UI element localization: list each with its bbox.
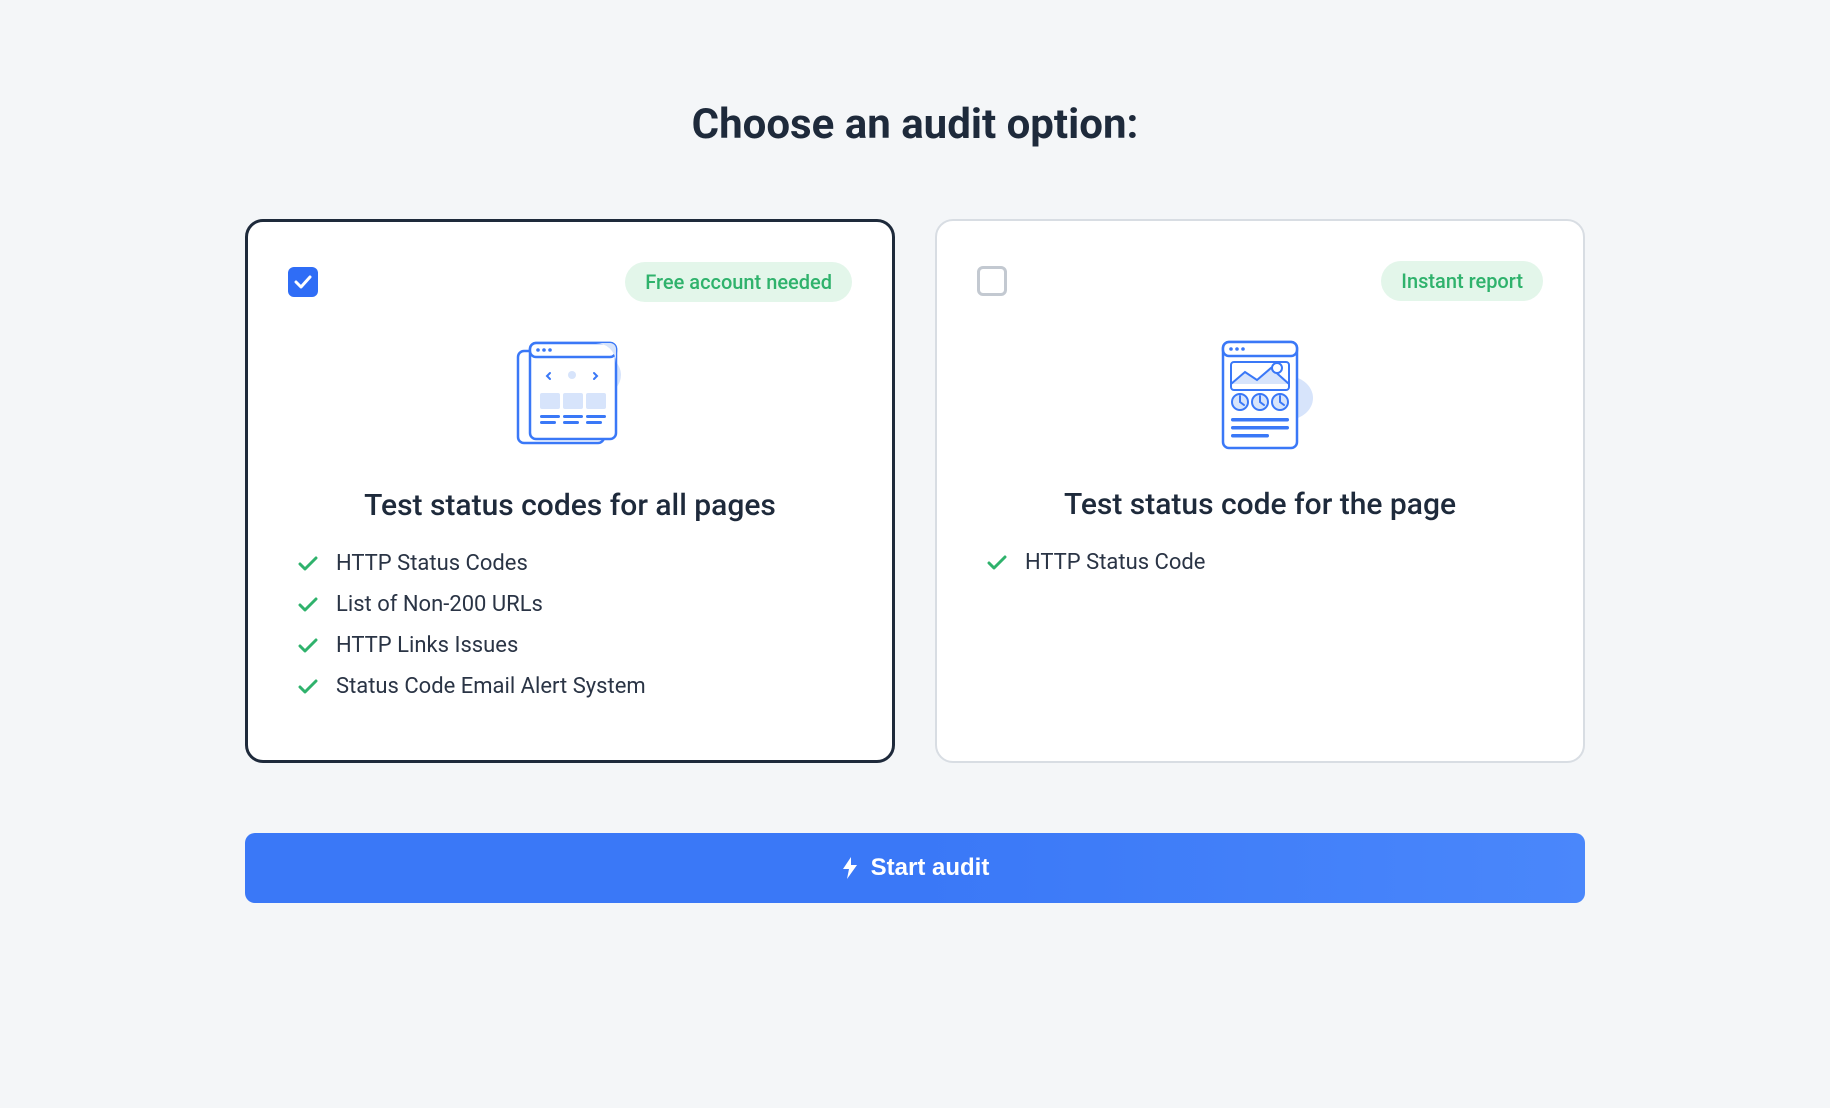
feature-item: HTTP Status Code xyxy=(987,550,1533,575)
check-icon xyxy=(987,555,1007,571)
feature-item: List of Non-200 URLs xyxy=(298,592,842,617)
feature-label: List of Non-200 URLs xyxy=(336,592,543,617)
checkbox-checked[interactable] xyxy=(288,267,318,297)
page-title: Choose an audit option: xyxy=(692,100,1139,149)
card-title: Test status code for the page xyxy=(977,487,1543,522)
cta-label: Start audit xyxy=(871,854,990,882)
feature-list: HTTP Status Code xyxy=(977,550,1543,575)
card-header: Instant report xyxy=(977,261,1543,301)
card-title: Test status codes for all pages xyxy=(288,488,852,523)
feature-label: HTTP Status Code xyxy=(1025,550,1205,575)
feature-list: HTTP Status Codes List of Non-200 URLs H… xyxy=(288,551,852,699)
check-icon xyxy=(294,275,312,289)
check-icon xyxy=(298,597,318,613)
illustration-single-page xyxy=(977,331,1543,461)
feature-label: HTTP Links Issues xyxy=(336,633,518,658)
feature-item: Status Code Email Alert System xyxy=(298,674,842,699)
check-icon xyxy=(298,679,318,695)
option-card-all-pages[interactable]: Free account needed xyxy=(245,219,895,763)
check-icon xyxy=(298,638,318,654)
feature-item: HTTP Status Codes xyxy=(298,551,842,576)
card-header: Free account needed xyxy=(288,262,852,302)
multi-page-icon xyxy=(500,337,640,457)
check-icon xyxy=(298,556,318,572)
feature-item: HTTP Links Issues xyxy=(298,633,842,658)
options-row: Free account needed xyxy=(245,219,1585,763)
start-audit-button[interactable]: Start audit xyxy=(245,833,1585,903)
badge-free-account: Free account needed xyxy=(625,262,852,302)
feature-label: Status Code Email Alert System xyxy=(336,674,646,699)
badge-instant-report: Instant report xyxy=(1381,261,1543,301)
feature-label: HTTP Status Codes xyxy=(336,551,528,576)
checkbox-unchecked[interactable] xyxy=(977,266,1007,296)
lightning-icon xyxy=(841,857,859,879)
illustration-multi-pages xyxy=(288,332,852,462)
single-page-icon xyxy=(1195,336,1325,456)
option-card-single-page[interactable]: Instant report xyxy=(935,219,1585,763)
